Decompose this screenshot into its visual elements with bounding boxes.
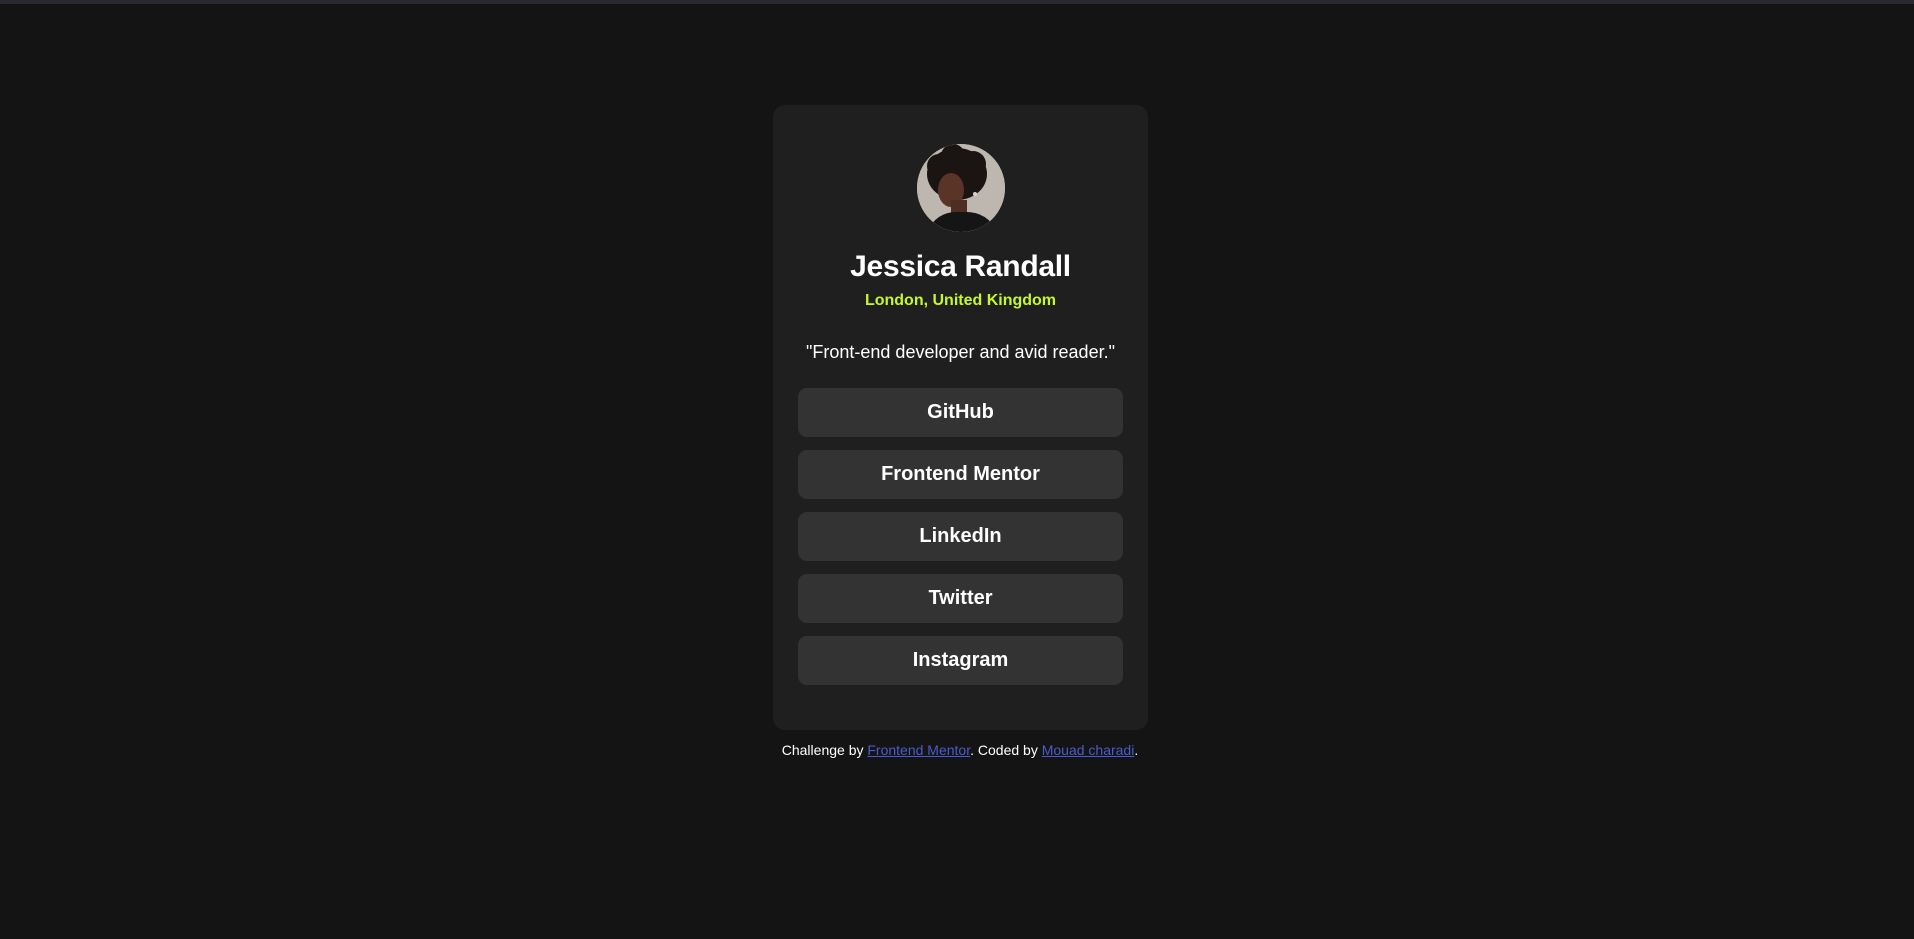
avatar-photo-icon xyxy=(916,144,1005,232)
page: Jessica Randall London, United Kingdom "… xyxy=(0,0,1914,939)
profile-name: Jessica Randall xyxy=(850,250,1071,283)
github-link-button[interactable]: GitHub xyxy=(798,388,1123,437)
attribution-middle: . Coded by xyxy=(970,742,1042,758)
avatar xyxy=(916,144,1005,232)
profile-card: Jessica Randall London, United Kingdom "… xyxy=(773,105,1148,730)
instagram-link-button[interactable]: Instagram xyxy=(798,636,1123,685)
profile-location: London, United Kingdom xyxy=(864,292,1057,309)
frontend-mentor-link-button[interactable]: Frontend Mentor xyxy=(798,450,1123,499)
author-link[interactable]: Mouad charadi xyxy=(1042,742,1135,758)
attribution: Challenge by Frontend Mentor. Coded by M… xyxy=(0,741,1914,759)
social-links: GitHub Frontend Mentor LinkedIn Twitter … xyxy=(798,388,1123,685)
attribution-prefix: Challenge by xyxy=(781,742,868,758)
linkedin-link-button[interactable]: LinkedIn xyxy=(798,512,1123,561)
twitter-link-button[interactable]: Twitter xyxy=(798,574,1123,623)
attribution-suffix: . xyxy=(1134,742,1139,758)
profile-bio: "Front-end developer and avid reader." xyxy=(806,342,1115,362)
challenge-link[interactable]: Frontend Mentor xyxy=(867,742,970,758)
